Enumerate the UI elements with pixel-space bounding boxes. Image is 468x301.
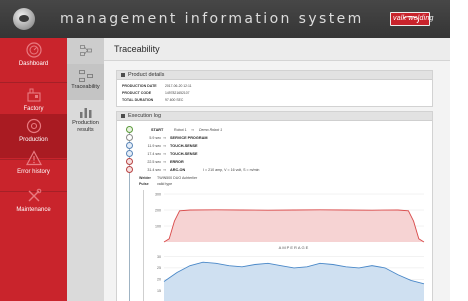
pulse-label: Pulse	[139, 182, 149, 186]
charts-svg: 100 200 300 15 20 25 30 AMPERAGE	[155, 192, 425, 301]
panel-header: Execution log	[117, 112, 432, 121]
arrow-icon: ⇒	[163, 160, 167, 164]
sidebar-item-label: Production	[19, 137, 48, 143]
timeline-event: TOUCH-SENSE	[170, 152, 198, 156]
timeline-node-start[interactable]	[126, 126, 133, 133]
timeline-event: ERROR	[170, 160, 184, 164]
arrow-icon: ⇒	[163, 136, 167, 140]
timeline-time: 11.9 sec	[147, 144, 161, 148]
tools-icon	[28, 188, 42, 202]
list-icon	[121, 73, 125, 77]
sidebar-item-dashboard[interactable]: Dashboard	[0, 38, 67, 82]
y-tick-label: 20	[157, 278, 161, 282]
brand-logo-text: valk welding	[393, 15, 434, 22]
timeline-event: ARC-ON	[170, 168, 186, 172]
subnav-item-label: Production results	[72, 120, 99, 133]
timeline-start-description: Demo Robot 1	[199, 128, 223, 132]
app-header: management information system valk weldi…	[0, 0, 450, 38]
charts-area: 100 200 300 15 20 25 30 AMPERAGE	[143, 190, 429, 301]
pulse-value: valid type	[157, 182, 173, 186]
timeline-time: 22.5 sec	[147, 160, 161, 164]
subnav-item-label: Traceability	[71, 84, 100, 90]
y-tick-label: 100	[155, 224, 161, 228]
production-icon	[26, 118, 42, 134]
sub-sidebar-top	[67, 38, 104, 64]
brand-logo: valk welding	[390, 12, 433, 26]
arrow-icon: ⇒	[191, 128, 195, 132]
timeline-node[interactable]	[126, 142, 133, 149]
execution-log-panel: Execution log START Robot 1 ⇒ Demo Robot…	[116, 111, 433, 301]
app-title: management information system	[60, 11, 364, 27]
timeline-detail: I = 210 amp, V = 16 volt, S = m/min	[203, 168, 260, 172]
app-logo	[13, 8, 35, 30]
sidebar-item-label: Dashboard	[18, 61, 49, 67]
y-tick-label: 30	[157, 255, 161, 259]
panel-header: Product details	[117, 71, 432, 80]
timeline-node-error[interactable]	[126, 158, 133, 165]
timeline-node[interactable]	[126, 166, 133, 173]
sidebar-item-label: Maintenance	[16, 207, 51, 213]
traceability-icon	[80, 45, 92, 56]
series-area	[164, 209, 424, 242]
panel-title: Execution log	[128, 113, 162, 119]
timeline-event: TOUCH-SENSE	[170, 144, 198, 148]
page-title: Traceability	[114, 44, 160, 54]
timeline-time: 17.4 sec	[147, 152, 161, 156]
timeline-node[interactable]	[126, 150, 133, 157]
detail-label: PRODUCTION DATE	[122, 84, 157, 88]
detail-value: 97.600 SEC	[165, 98, 184, 102]
product-details-panel: Product details PRODUCTION DATE 2017-06-…	[116, 70, 433, 107]
arrow-icon: ⇒	[163, 144, 167, 148]
timeline-start-robot: Robot 1	[174, 128, 187, 132]
y-tick-label: 25	[157, 266, 161, 270]
main-sidebar: Dashboard Factory Production Error histo…	[0, 38, 67, 301]
warning-icon	[25, 150, 43, 166]
welder-label: Welder	[139, 176, 151, 180]
panel-title: Product details	[128, 72, 165, 78]
bar-chart-icon	[80, 108, 92, 118]
detail-value: 1497821652107	[165, 91, 190, 95]
y-tick-label: 200	[155, 208, 161, 212]
dashboard-icon	[26, 42, 42, 58]
subnav-item-traceability[interactable]: Traceability	[67, 64, 104, 100]
sidebar-item-label: Error history	[17, 169, 50, 175]
sidebar-item-label: Factory	[23, 106, 44, 112]
y-tick-label: 15	[157, 289, 161, 293]
timeline-event: SERVICE PROGRAM	[170, 136, 208, 140]
detail-label: TOTAL DURATION	[122, 98, 154, 102]
timeline-time: 5.9 sec	[149, 136, 161, 140]
sidebar-item-maintenance[interactable]: Maintenance	[0, 184, 67, 228]
timeline-time: 31.4 sec	[147, 168, 161, 172]
welder-value: TWIN500 DUO Achterlier	[157, 176, 198, 180]
chart-title: AMPERAGE	[279, 245, 310, 250]
list-icon	[121, 114, 125, 118]
y-tick-label: 300	[155, 192, 161, 196]
traceability-icon	[79, 70, 93, 82]
detail-label: PRODUCT CODE	[122, 91, 152, 95]
factory-icon	[27, 88, 41, 102]
timeline-start-label: START	[151, 128, 164, 132]
arrow-icon: ⇒	[163, 168, 167, 172]
page-title-bar: Traceability	[104, 38, 450, 61]
subnav-item-production-results[interactable]: Production results	[67, 100, 104, 136]
timeline-node[interactable]	[126, 134, 133, 141]
detail-value: 2017-06-20 12:11	[165, 84, 192, 88]
arrow-icon: ⇒	[163, 152, 167, 156]
app-window: management information system valk weldi…	[0, 0, 450, 301]
